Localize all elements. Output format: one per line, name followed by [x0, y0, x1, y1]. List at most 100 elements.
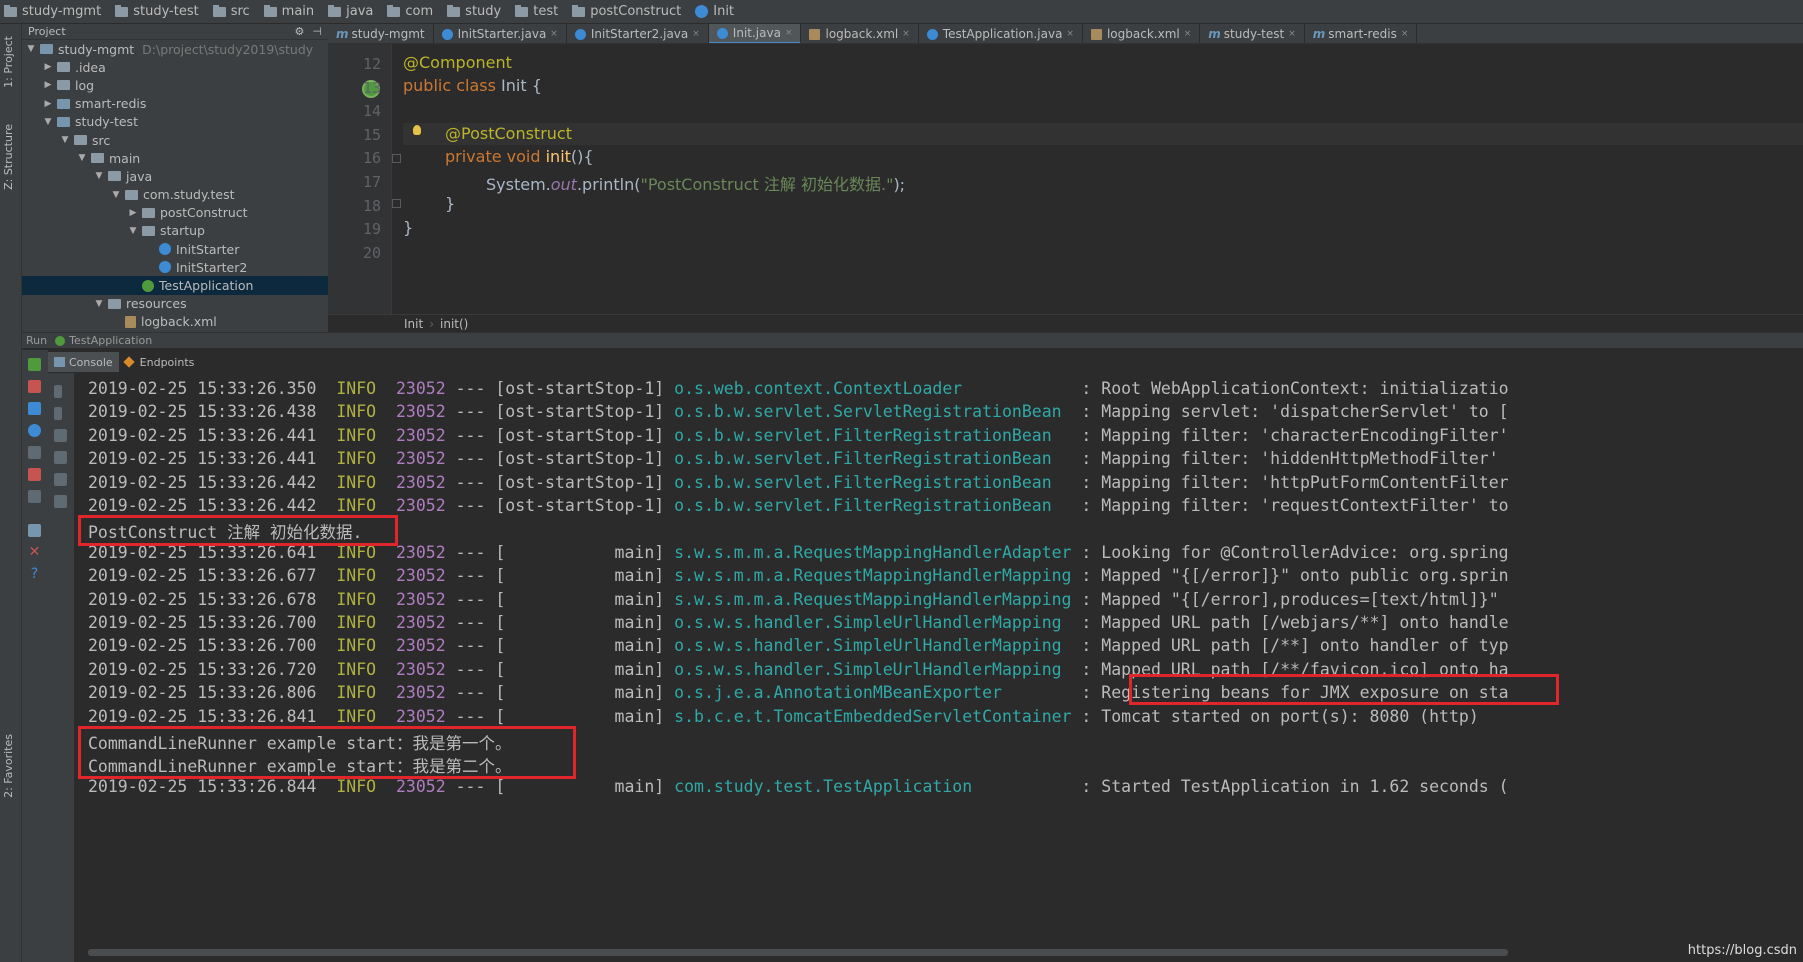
scroll-down-icon[interactable] — [54, 407, 62, 420]
tree-item[interactable]: ▶ smart-redis — [22, 95, 328, 113]
breadcrumb-class[interactable]: Init — [404, 317, 423, 331]
chevron-right-icon[interactable]: ▶ — [43, 62, 53, 72]
chevron-down-icon[interactable]: ▼ — [94, 299, 104, 309]
layout-icon[interactable] — [28, 490, 41, 503]
close-tab-icon[interactable]: × — [1066, 29, 1074, 39]
breadcrumb-item[interactable]: study-mgmt — [4, 4, 101, 19]
tree-item[interactable]: InitStarter — [22, 240, 328, 258]
scroll-to-end-icon[interactable] — [54, 451, 67, 464]
breadcrumb-item[interactable]: study — [447, 4, 501, 19]
editor-tab[interactable]: logback.xml × — [801, 24, 919, 43]
clear-all-icon[interactable] — [54, 495, 67, 508]
close-tab-icon[interactable]: × — [550, 29, 558, 39]
console-output[interactable]: 2019-02-25 15:33:26.350 INFO 23052 --- [… — [74, 373, 1803, 962]
folder-icon — [108, 171, 121, 182]
favorites-tool-tab[interactable]: 2: Favorites — [2, 734, 15, 798]
close-icon[interactable]: ✕ — [28, 545, 41, 559]
tree-item[interactable]: ▼ study-mgmt D:\project\study2019\study — [22, 40, 328, 58]
close-tab-icon[interactable]: × — [1184, 29, 1192, 39]
line-number: 17 — [362, 173, 381, 191]
editor-tab[interactable]: study-test× — [1200, 24, 1305, 43]
tree-item[interactable]: ▼ study-test — [22, 113, 328, 131]
print-icon[interactable] — [54, 473, 67, 486]
breadcrumb-item[interactable]: main — [263, 4, 314, 19]
exit-icon[interactable] — [28, 468, 41, 481]
breadcrumb-item[interactable]: com — [387, 4, 433, 19]
line-number: 12 — [362, 55, 381, 73]
close-tab-icon[interactable]: × — [1401, 29, 1409, 39]
tree-item[interactable]: ▼ startup — [22, 222, 328, 240]
chevron-down-icon[interactable]: ▼ — [128, 226, 138, 236]
chevron-down-icon[interactable]: ▼ — [94, 171, 104, 181]
pause-icon[interactable] — [28, 402, 41, 415]
breadcrumb-item[interactable]: postConstruct — [572, 4, 681, 19]
folder-icon — [142, 207, 155, 218]
tree-item[interactable]: ▼ resources — [22, 295, 328, 313]
fold-marker-icon[interactable] — [392, 154, 401, 163]
tree-item-label: .idea — [75, 59, 106, 75]
structure-tool-tab[interactable]: Z: Structure — [2, 124, 15, 190]
code-editor[interactable]: 12 13 14 15 16 17 18 19 20 @Component public cla… — [328, 44, 1803, 332]
tree-item[interactable]: InitStarter2 — [22, 258, 328, 276]
chevron-right-icon[interactable]: ▶ — [43, 80, 53, 90]
dump-threads-icon[interactable] — [28, 424, 41, 437]
lightbulb-icon[interactable] — [413, 125, 421, 135]
code-line-18: } — [445, 194, 456, 213]
breadcrumb-item[interactable]: Init — [695, 4, 734, 19]
chevron-down-icon[interactable]: ▼ — [60, 135, 70, 145]
chevron-down-icon[interactable]: ▼ — [111, 190, 121, 200]
project-view-selector[interactable]: Project — [28, 25, 66, 38]
close-tab-icon[interactable]: × — [1288, 29, 1296, 39]
gear-icon[interactable]: ⚙ — [295, 25, 305, 38]
tree-item-label: InitStarter — [176, 241, 240, 257]
tree-item[interactable]: ▼ main — [22, 149, 328, 167]
chevron-down-icon[interactable]: ▼ — [26, 44, 36, 54]
pin-icon[interactable] — [28, 524, 41, 537]
breadcrumb-item[interactable]: java — [328, 4, 373, 19]
hide-icon[interactable]: ⊣ — [312, 25, 322, 38]
editor-tab[interactable]: smart-redis × — [1305, 24, 1418, 43]
tree-item[interactable]: ▼ java — [22, 167, 328, 185]
close-tab-icon[interactable]: × — [785, 28, 793, 38]
tree-item[interactable]: ▼ com.study.test — [22, 186, 328, 204]
breadcrumb-method[interactable]: init() — [440, 317, 468, 331]
chevron-down-icon[interactable]: ▼ — [77, 153, 87, 163]
tab-console[interactable]: Console — [48, 352, 119, 372]
project-tool-tab[interactable]: 1: Project — [2, 36, 15, 88]
editor-tab[interactable]: TestApplication.java × — [919, 24, 1083, 43]
editor-tab[interactable]: study-mgmt — [328, 24, 434, 43]
breadcrumb-item[interactable]: test — [515, 4, 558, 19]
maven-module-icon — [336, 27, 349, 41]
scroll-up-icon[interactable] — [54, 385, 62, 398]
editor-tab[interactable]: InitStarter2.java × — [567, 24, 709, 43]
editor-tab[interactable]: InitStarter.java × — [434, 24, 567, 43]
help-icon[interactable]: ? — [28, 567, 41, 581]
run-config-name[interactable]: TestApplication — [69, 334, 152, 347]
tree-item[interactable]: ▼ src — [22, 131, 328, 149]
tab-endpoints[interactable]: Endpoints — [119, 352, 201, 372]
tree-item[interactable]: logback.xml — [22, 313, 328, 331]
chevron-right-icon[interactable]: ▶ — [43, 99, 53, 109]
editor-tab-label: study-test — [1223, 27, 1285, 41]
fold-marker-icon[interactable] — [392, 199, 401, 208]
close-tab-icon[interactable]: × — [692, 29, 700, 39]
editor-tab[interactable]: Init.java × — [708, 24, 802, 43]
horizontal-scrollbar[interactable] — [88, 949, 1508, 956]
chevron-down-icon[interactable]: ▼ — [43, 117, 53, 127]
breadcrumb-item[interactable]: study-test — [115, 4, 199, 19]
close-tab-icon[interactable]: × — [902, 29, 910, 39]
rerun-icon[interactable] — [28, 358, 41, 371]
settings-icon[interactable] — [28, 446, 41, 459]
console-line: 2019-02-25 15:33:26.678 INFO 23052 --- [… — [88, 589, 1509, 609]
line-number: 13 — [362, 78, 381, 97]
breadcrumb-item[interactable]: src — [212, 4, 250, 19]
tree-item[interactable]: ▶ log — [22, 76, 328, 94]
tree-item[interactable]: ▶ postConstruct — [22, 204, 328, 222]
editor-tab-label: smart-redis — [1328, 27, 1397, 41]
stop-icon[interactable] — [28, 380, 41, 393]
tree-item[interactable]: ▶ .idea — [22, 58, 328, 76]
editor-tab[interactable]: logback.xml × — [1083, 24, 1201, 43]
chevron-right-icon[interactable]: ▶ — [128, 208, 138, 218]
soft-wrap-icon[interactable] — [54, 429, 67, 442]
tree-item[interactable]: TestApplication — [22, 276, 328, 295]
